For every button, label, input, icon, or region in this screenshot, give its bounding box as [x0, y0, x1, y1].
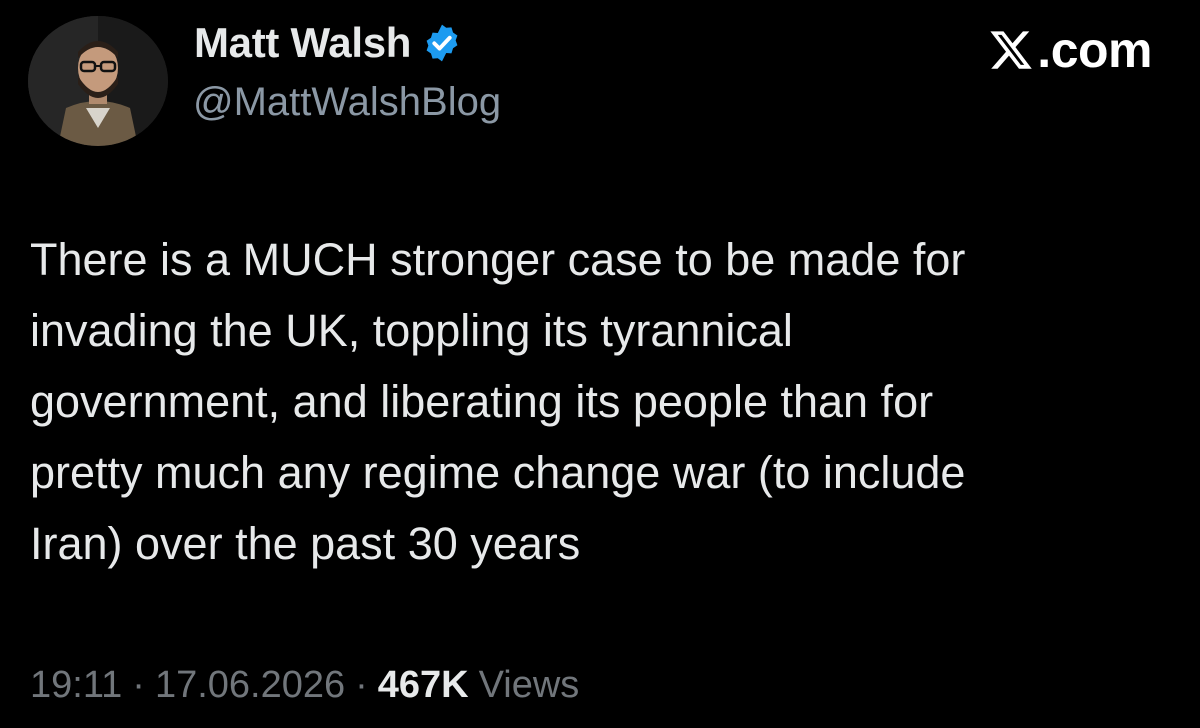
tweet-text: There is a MUCH stronger case to be made… [30, 224, 1170, 579]
tweet-line: Iran) over the past 30 years [30, 518, 581, 569]
brand-text: .com [1037, 22, 1152, 78]
tweet-line: invading the UK, toppling its tyrannical [30, 305, 793, 356]
verified-badge-icon [421, 22, 463, 64]
author-name-row[interactable]: Matt Walsh [194, 18, 463, 68]
meta-separator: · [355, 664, 368, 706]
tweet-date[interactable]: 17.06.2026 [155, 664, 345, 707]
avatar-image [28, 16, 168, 146]
author-handle[interactable]: @MattWalshBlog [193, 80, 501, 125]
author-display-name[interactable]: Matt Walsh [194, 19, 411, 67]
brand-watermark: .com [988, 22, 1152, 78]
tweet-time[interactable]: 19:11 [30, 664, 122, 707]
meta-separator: · [132, 664, 145, 706]
x-logo-icon [988, 27, 1034, 73]
views-count[interactable]: 467K [378, 664, 469, 707]
tweet-meta: 19:11 · 17.06.2026 · 467K Views [30, 664, 579, 707]
views-label[interactable]: Views [479, 664, 580, 707]
tweet-line: There is a MUCH stronger case to be made… [30, 234, 966, 285]
tweet-line: pretty much any regime change war (to in… [30, 447, 966, 498]
avatar[interactable] [28, 16, 168, 146]
tweet-line: government, and liberating its people th… [30, 376, 934, 427]
